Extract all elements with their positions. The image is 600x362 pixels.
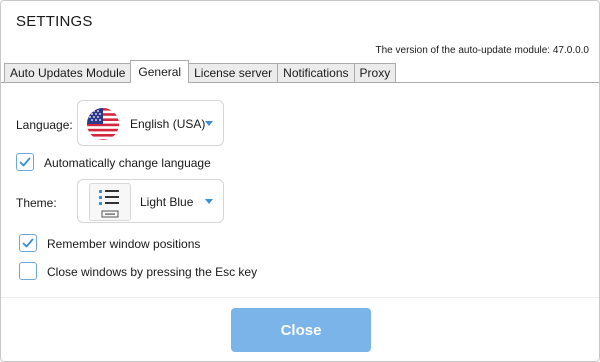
tab-bar: Auto Updates Module General License serv… [4,60,397,83]
tab-general[interactable]: General [130,60,190,83]
language-label: Language: [16,118,73,132]
checkmark-icon [22,238,34,248]
close-on-esc-checkbox[interactable] [19,262,37,280]
chevron-down-icon [205,121,213,126]
close-button[interactable]: Close [231,308,371,352]
tab-auto-updates-module[interactable]: Auto Updates Module [4,63,132,83]
chevron-down-icon [205,199,213,204]
theme-label: Theme: [16,196,57,210]
us-flag-icon [86,107,120,141]
checkmark-icon [19,157,31,167]
settings-window: SETTINGS The version of the auto-update … [0,0,600,362]
tab-license-server[interactable]: License server [188,63,279,83]
language-value: English (USA) [130,117,206,131]
tab-notifications[interactable]: Notifications [277,63,355,83]
tab-proxy[interactable]: Proxy [353,63,397,83]
tab-divider [1,82,599,83]
auto-change-language-label[interactable]: Automatically change language [44,156,211,170]
footer-divider [1,297,599,298]
window-title: SETTINGS [16,13,93,30]
auto-change-language-checkbox[interactable] [16,153,34,171]
theme-select[interactable]: Light Blue [77,179,224,223]
language-select[interactable]: English (USA) [77,100,224,146]
close-on-esc-label[interactable]: Close windows by pressing the Esc key [47,265,257,279]
remember-window-positions-label[interactable]: Remember window positions [47,237,200,251]
remember-window-positions-checkbox[interactable] [19,234,37,252]
theme-value: Light Blue [140,195,194,209]
version-text: The version of the auto-update module: 4… [375,45,589,56]
theme-list-icon [89,183,131,221]
